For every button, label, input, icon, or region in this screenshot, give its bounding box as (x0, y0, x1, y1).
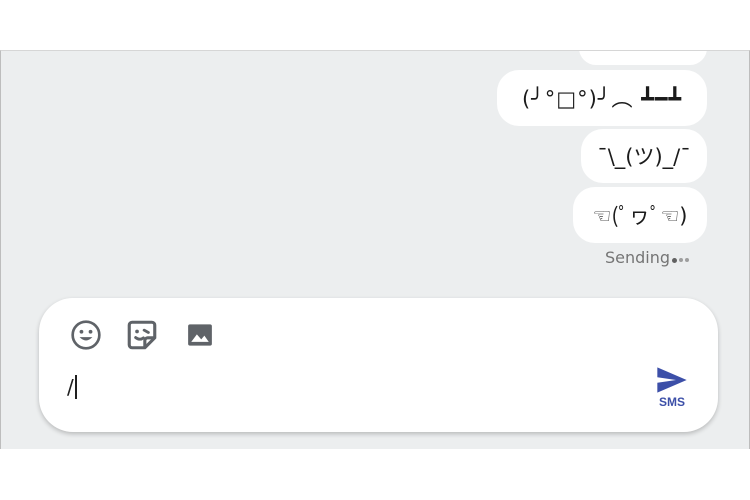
sending-dots-icon (672, 258, 689, 263)
sticker-button[interactable] (125, 318, 159, 352)
sticker-icon (127, 320, 157, 350)
send-icon (657, 367, 687, 393)
image-button[interactable] (183, 318, 217, 352)
conversation-view: (╯°□°)╯︵ ┻━┻ ¯\_(ツ)_/¯ ☜(ﾟヮﾟ☜) Sending /… (0, 50, 750, 449)
message-bubble-partial[interactable] (579, 51, 707, 65)
sending-status: Sending (605, 248, 689, 267)
send-sms-button[interactable]: SMS (654, 366, 690, 412)
sending-label: Sending (604, 248, 670, 267)
message-text: (╯°□°)╯︵ ┻━┻ (521, 87, 683, 111)
message-bubble[interactable]: ☜(ﾟヮﾟ☜) (573, 187, 707, 243)
message-composer: / SMS (39, 298, 718, 432)
emoji-icon (71, 320, 101, 350)
send-label: SMS (658, 395, 685, 409)
message-bubble[interactable]: ¯\_(ツ)_/¯ (581, 129, 707, 183)
message-text: ¯\_(ツ)_/¯ (597, 145, 691, 169)
message-input-value: / (67, 375, 74, 399)
image-icon (188, 324, 212, 346)
message-input[interactable]: / (67, 372, 627, 402)
message-text: ☜(ﾟヮﾟ☜) (592, 204, 688, 228)
text-caret (74, 375, 77, 399)
emoji-button[interactable] (69, 318, 103, 352)
message-bubble[interactable]: (╯°□°)╯︵ ┻━┻ (497, 70, 707, 126)
